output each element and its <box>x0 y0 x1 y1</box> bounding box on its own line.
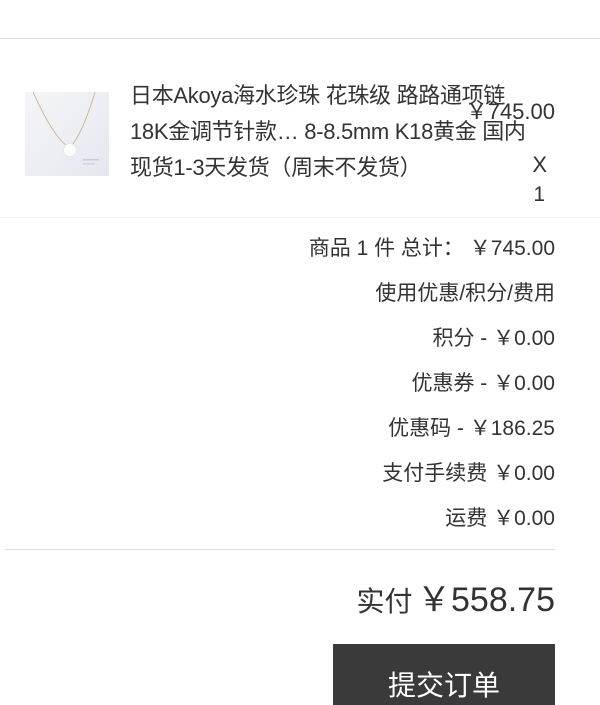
pearl-necklace-image <box>25 92 109 176</box>
summary-divider <box>5 549 555 550</box>
product-quantity: 1 <box>533 183 545 206</box>
points-deduction: 积分 - ￥0.00 <box>432 327 555 350</box>
amount-due-value: ￥558.75 <box>417 581 555 619</box>
submit-order-button[interactable]: 提交订单 <box>333 644 555 705</box>
product-row: 日本Akoya海水珍珠 花珠级 路路通项链18K金调节针款… 8-8.5mm K… <box>0 78 600 218</box>
quantity-prefix: X <box>532 152 547 177</box>
shipping-fee: 运费 ￥0.00 <box>445 507 555 530</box>
payment-fee: 支付手续费 ￥0.00 <box>382 462 555 485</box>
goods-total: 商品 1 件 总计： ￥745.00 <box>308 237 555 260</box>
order-summary: 商品 1 件 总计： ￥745.00 使用优惠/积分/费用 积分 - ￥0.00… <box>309 226 555 541</box>
product-price: ￥745.00 <box>465 99 555 124</box>
amount-due: 实付 ￥558.75 <box>357 572 555 621</box>
coupon-deduction: 优惠券 - ￥0.00 <box>411 372 555 395</box>
promo-code-deduction: 优惠码 - ￥186.25 <box>388 417 555 440</box>
top-divider <box>0 38 600 39</box>
product-divider <box>0 217 600 218</box>
order-confirmation-page: 日本Akoya海水珍珠 花珠级 路路通项链18K金调节针款… 8-8.5mm K… <box>0 0 600 705</box>
discount-link[interactable]: 使用优惠/积分/费用 <box>309 271 555 316</box>
amount-due-label: 实付 <box>356 586 413 617</box>
